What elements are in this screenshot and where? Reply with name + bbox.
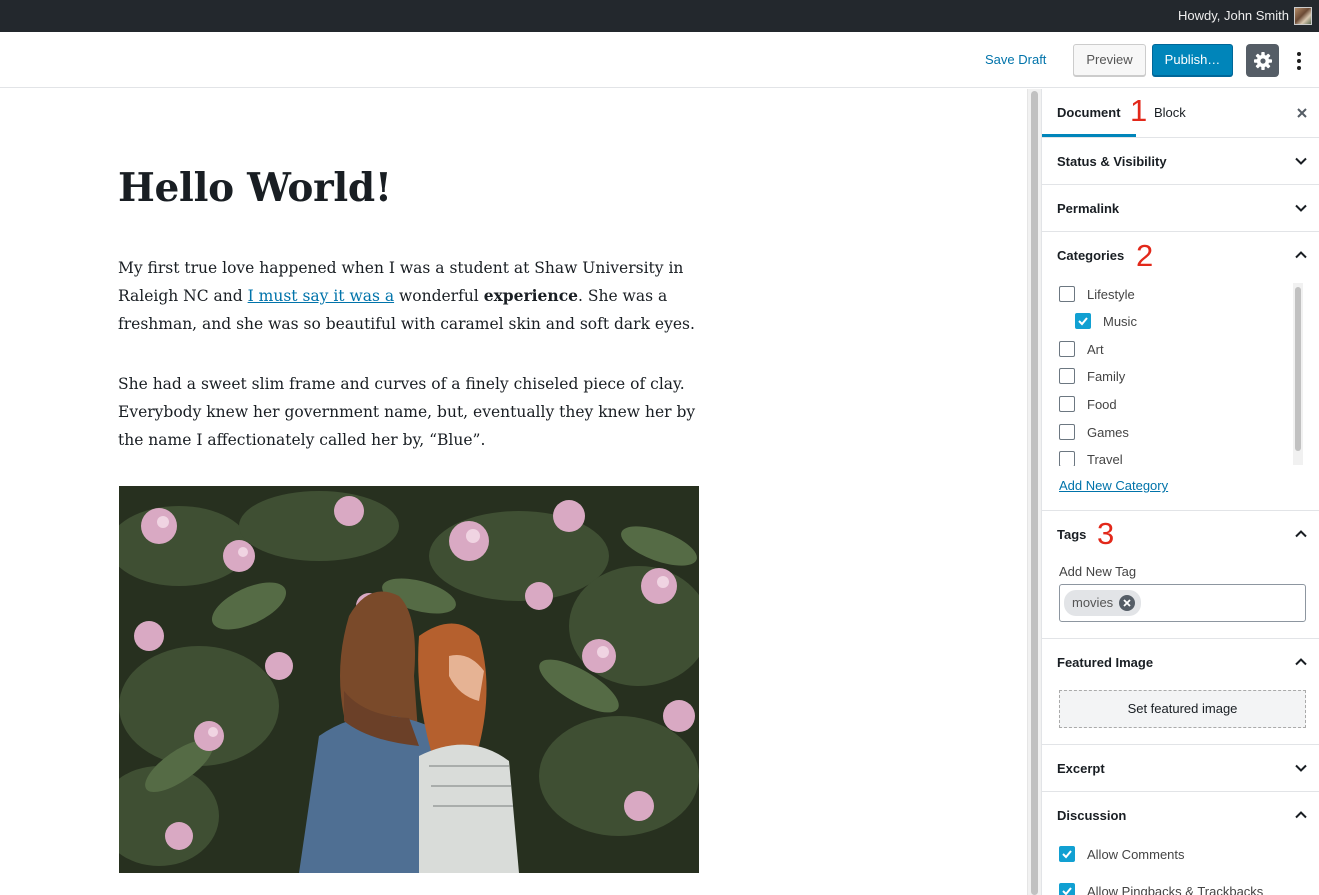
preview-button[interactable]: Preview: [1073, 44, 1146, 76]
tag-input[interactable]: movies: [1059, 584, 1306, 622]
category-item[interactable]: Travel: [1059, 449, 1123, 466]
editor-header: Save Draft Preview Publish…: [0, 32, 1319, 88]
panel-featured-image-title[interactable]: Featured Image: [1057, 655, 1153, 670]
panel-excerpt[interactable]: Excerpt: [1042, 745, 1319, 792]
checkbox[interactable]: [1059, 451, 1075, 466]
tag-chip: movies: [1064, 590, 1142, 616]
more-options-button[interactable]: [1287, 46, 1311, 76]
category-scrollbar-thumb[interactable]: [1295, 287, 1301, 451]
admin-bar: Howdy, John Smith: [0, 0, 1319, 32]
add-new-tag-label: Add New Tag: [1059, 564, 1137, 579]
sidebar-tabs: Document Block 1: [1042, 89, 1319, 138]
editor-canvas: Hello World! My first true love happened…: [0, 89, 1027, 895]
chevron-up-icon[interactable]: [1294, 808, 1308, 822]
couple-flowers-photo: [119, 486, 699, 873]
chevron-down-icon: [1295, 157, 1307, 165]
chevron-up-icon[interactable]: [1294, 248, 1308, 262]
checkmark-icon: [1062, 850, 1072, 859]
howdy-user-menu[interactable]: Howdy, John Smith: [1178, 0, 1289, 32]
chevron-down-icon: [1295, 204, 1307, 212]
user-avatar[interactable]: [1294, 7, 1312, 25]
category-item[interactable]: Family: [1059, 366, 1125, 386]
category-list: Lifestyle Music Art Family Food Games Tr…: [1057, 284, 1307, 466]
annotation-number: 2: [1136, 238, 1154, 273]
set-featured-image-button[interactable]: Set featured image: [1059, 690, 1306, 728]
tab-block[interactable]: Block: [1138, 89, 1201, 137]
add-new-category-link[interactable]: Add New Category: [1059, 478, 1168, 493]
image-block[interactable]: [119, 486, 699, 873]
dot-icon: [1297, 66, 1301, 70]
panel-categories-title[interactable]: Categories: [1057, 248, 1124, 263]
paragraph-block[interactable]: She had a sweet slim frame and curves of…: [118, 370, 698, 454]
category-item[interactable]: Lifestyle: [1059, 284, 1135, 304]
checkbox[interactable]: [1059, 368, 1075, 384]
chevron-up-icon[interactable]: [1294, 527, 1308, 541]
checkbox[interactable]: [1059, 424, 1075, 440]
save-draft-button[interactable]: Save Draft: [977, 45, 1054, 75]
panel-discussion-title[interactable]: Discussion: [1057, 808, 1126, 823]
category-item[interactable]: Music: [1075, 311, 1137, 331]
checkmark-icon: [1078, 317, 1088, 326]
publish-button[interactable]: Publish…: [1152, 44, 1233, 76]
checkbox[interactable]: [1059, 396, 1075, 412]
checkbox[interactable]: [1059, 341, 1075, 357]
dot-icon: [1297, 59, 1301, 63]
category-item[interactable]: Food: [1059, 394, 1117, 414]
category-item[interactable]: Art: [1059, 339, 1104, 359]
post-title[interactable]: Hello World!: [118, 165, 392, 211]
settings-button[interactable]: [1246, 44, 1279, 77]
checkbox[interactable]: [1075, 313, 1091, 329]
close-sidebar-button[interactable]: [1292, 103, 1312, 123]
annotation-number: 3: [1097, 516, 1115, 551]
panel-permalink[interactable]: Permalink: [1042, 185, 1319, 232]
category-item[interactable]: Games: [1059, 422, 1129, 442]
tab-document[interactable]: Document: [1042, 89, 1136, 137]
checkbox[interactable]: [1059, 286, 1075, 302]
chevron-down-icon: [1295, 764, 1307, 772]
allow-pingbacks-option[interactable]: Allow Pingbacks & Trackbacks: [1059, 881, 1263, 895]
editor-scrollbar-thumb[interactable]: [1031, 91, 1038, 895]
remove-tag-button[interactable]: [1119, 595, 1136, 611]
close-icon: [1123, 599, 1131, 607]
allow-comments-option[interactable]: Allow Comments: [1059, 844, 1185, 864]
paragraph-block[interactable]: My first true love happened when I was a…: [118, 254, 698, 338]
settings-sidebar: Document Block 1 Status & Visibility Per…: [1041, 89, 1319, 895]
category-scrollbar[interactable]: [1293, 283, 1303, 465]
panel-tags-title[interactable]: Tags: [1057, 527, 1086, 542]
checkbox[interactable]: [1059, 883, 1075, 895]
panel-status-visibility[interactable]: Status & Visibility: [1042, 138, 1319, 185]
checkbox[interactable]: [1059, 846, 1075, 862]
chevron-up-icon[interactable]: [1294, 655, 1308, 669]
checkmark-icon: [1062, 887, 1072, 895]
dot-icon: [1297, 52, 1301, 56]
close-icon: [1297, 108, 1307, 118]
inline-link[interactable]: I must say it was a: [248, 287, 394, 305]
editor-scrollbar[interactable]: [1027, 89, 1041, 895]
annotation-number: 1: [1130, 93, 1148, 128]
gear-icon: [1253, 51, 1272, 70]
